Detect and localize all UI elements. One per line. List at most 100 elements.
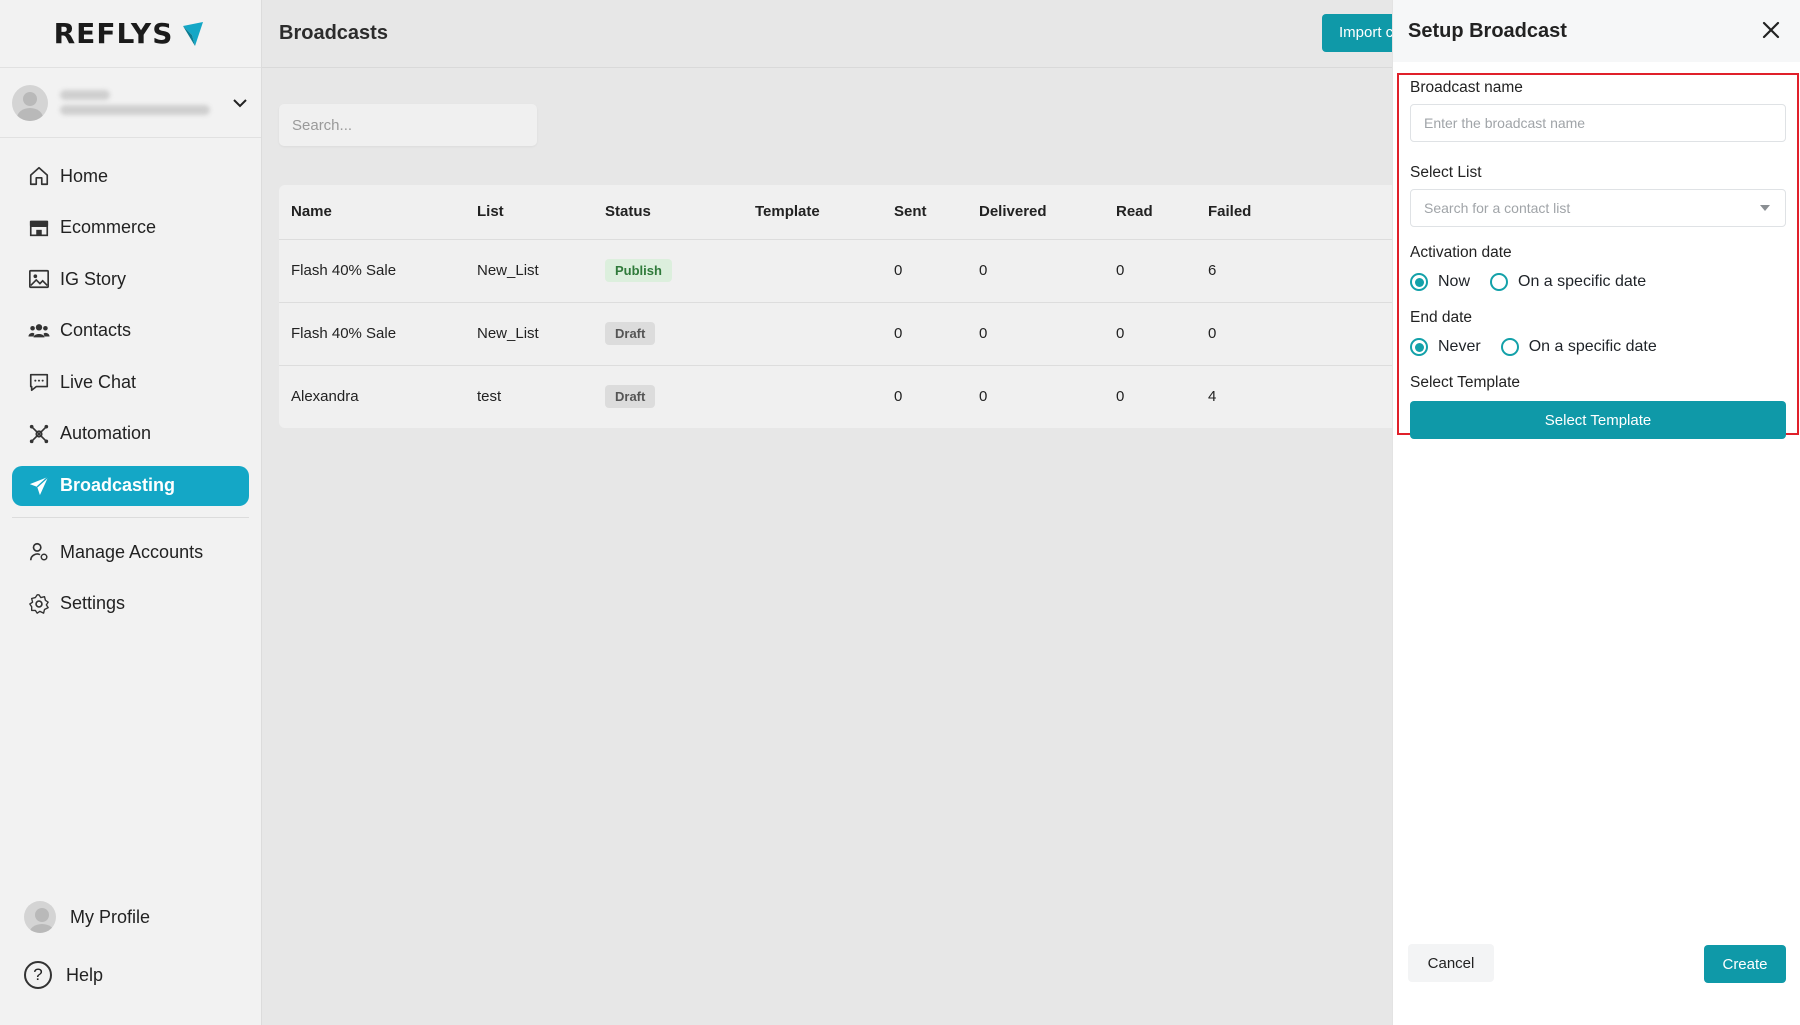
- status-badge: Publish: [605, 259, 672, 282]
- activation-specific-label: On a specific date: [1518, 273, 1647, 290]
- column-header-failed[interactable]: Failed: [1196, 185, 1392, 240]
- sidebar-item-home[interactable]: Home: [12, 156, 249, 196]
- sidebar-item-broadcasting[interactable]: Broadcasting: [12, 465, 249, 506]
- sidebar-item-automation[interactable]: Automation: [12, 414, 249, 454]
- broadcast-form: Broadcast name Select List Search for a …: [1397, 73, 1799, 439]
- import-button[interactable]: Import c: [1322, 14, 1402, 52]
- broadcast-name-label: Broadcast name: [1410, 79, 1523, 96]
- help-icon: ?: [24, 961, 52, 989]
- column-header-list[interactable]: List: [465, 185, 593, 240]
- status-badge: Draft: [605, 322, 656, 345]
- cell-list: test: [477, 388, 502, 406]
- sidebar-item-live-chat[interactable]: Live Chat: [12, 362, 249, 402]
- main-nav: Home Ecommerce IG Story Contacts Live Ch…: [0, 138, 261, 624]
- cell-template: [743, 239, 882, 303]
- sidebar-item-label: Ecommerce: [60, 217, 157, 238]
- cell-delivered: 0: [967, 239, 1104, 303]
- cell-status: Draft: [593, 365, 743, 428]
- sidebar-item-label: Home: [60, 165, 109, 186]
- activation-now-option[interactable]: Now: [1410, 273, 1470, 291]
- sidebar-item-contacts[interactable]: Contacts: [12, 311, 249, 351]
- sidebar-item-ig-story[interactable]: IG Story: [12, 259, 249, 299]
- cell-read: 0: [1104, 302, 1196, 366]
- select-template-button[interactable]: Select Template: [1410, 401, 1786, 439]
- cell-delivered: 0: [967, 302, 1104, 366]
- cell-read: 0: [1104, 239, 1196, 303]
- table-row[interactable]: Flash 40% Sale New_List Draft 0 0 0 0: [279, 302, 1392, 366]
- broadcast-name-input[interactable]: [1410, 104, 1786, 142]
- help-link[interactable]: ? Help: [12, 955, 249, 995]
- profile-avatar: [24, 901, 56, 933]
- my-profile-link[interactable]: My Profile: [12, 897, 249, 937]
- cell-name: Flash 40% Sale: [279, 239, 465, 303]
- panel-title: Setup Broadcast: [1408, 19, 1567, 42]
- create-button[interactable]: Create: [1704, 945, 1786, 983]
- radio-checked[interactable]: [1410, 338, 1428, 356]
- logo[interactable]: REFLYS: [0, 0, 261, 68]
- column-header-template[interactable]: Template: [743, 185, 882, 240]
- nav-divider: [12, 517, 249, 519]
- radio-unchecked[interactable]: [1500, 338, 1519, 356]
- user-manage-icon: [29, 543, 48, 561]
- table-row[interactable]: Alexandra test Draft 0 0 0 4: [279, 365, 1392, 428]
- sidebar-item-manage-accounts[interactable]: Manage Accounts: [12, 532, 249, 572]
- image-icon: [29, 270, 49, 289]
- setup-broadcast-panel: Setup Broadcast Broadcast name Select Li…: [1392, 0, 1800, 1025]
- cell-sent: 0: [894, 388, 903, 406]
- cell-read: 0: [1116, 388, 1125, 406]
- contact-list-select[interactable]: Search for a contact list: [1410, 189, 1786, 227]
- select-template-label: Select Template: [1410, 374, 1520, 391]
- account-switcher[interactable]: [0, 68, 261, 138]
- close-icon[interactable]: [1760, 19, 1782, 41]
- sidebar-item-label: Live Chat: [60, 371, 137, 392]
- table-header-row: Name List Status Template Sent Delivered…: [279, 185, 1392, 240]
- send-icon: [29, 475, 49, 495]
- cell-status: Draft: [593, 302, 743, 366]
- logo-mark-icon: [183, 21, 204, 46]
- search-input[interactable]: [279, 104, 537, 146]
- sidebar-item-settings[interactable]: Settings: [12, 584, 249, 624]
- cell-list: New_List: [465, 302, 593, 366]
- radio-checked[interactable]: [1410, 273, 1428, 291]
- cell-sent: 0: [882, 239, 967, 303]
- table-row[interactable]: Flash 40% Sale New_List Publish 0 0 0 6: [279, 239, 1392, 303]
- contact-list-placeholder: Search for a contact list: [1424, 200, 1571, 216]
- radio-unchecked[interactable]: [1490, 273, 1509, 291]
- sidebar-item-label: Broadcasting: [60, 475, 176, 496]
- cell-template: [743, 302, 882, 366]
- cancel-button[interactable]: Cancel: [1408, 944, 1494, 982]
- caret-down-icon: [1760, 205, 1770, 211]
- activation-date-options: Now On a specific date: [1410, 269, 1786, 295]
- sidebar-item-label: Contacts: [60, 320, 132, 341]
- cell-delivered: 0: [979, 388, 988, 406]
- column-header-delivered[interactable]: Delivered: [967, 185, 1104, 240]
- cell-name: Flash 40% Sale: [279, 302, 465, 366]
- cell-sent: 0: [882, 302, 967, 366]
- chevron-down-icon[interactable]: [229, 92, 251, 114]
- status-badge: Draft: [605, 385, 656, 409]
- end-never-option[interactable]: Never: [1410, 338, 1481, 356]
- cell-list: New_List: [465, 239, 593, 303]
- gear-icon: [29, 593, 49, 614]
- column-header-sent[interactable]: Sent: [882, 185, 967, 240]
- store-icon: [29, 220, 49, 236]
- account-info-blurred: [60, 85, 210, 120]
- cell-template: [743, 365, 882, 428]
- sidebar-bottom: My Profile ? Help: [0, 897, 261, 1025]
- sidebar-item-label: Settings: [60, 593, 126, 614]
- column-header-read[interactable]: Read: [1104, 185, 1196, 240]
- activation-now-label: Now: [1438, 273, 1471, 290]
- end-date-label: End date: [1410, 309, 1473, 326]
- users-icon: [28, 323, 50, 338]
- sidebar-item-label: IG Story: [60, 268, 127, 289]
- activation-date-label: Activation date: [1410, 244, 1512, 261]
- sidebar-item-ecommerce[interactable]: Ecommerce: [12, 208, 249, 248]
- cell-failed: 0: [1196, 302, 1392, 366]
- column-header-name[interactable]: Name: [279, 185, 465, 240]
- panel-header: Setup Broadcast: [1393, 0, 1800, 62]
- select-list-label: Select List: [1410, 164, 1482, 181]
- end-specific-option[interactable]: On a specific date: [1500, 338, 1657, 356]
- sidebar-item-label: Manage Accounts: [60, 541, 204, 562]
- activation-specific-option[interactable]: On a specific date: [1490, 273, 1646, 291]
- column-header-status[interactable]: Status: [593, 185, 743, 240]
